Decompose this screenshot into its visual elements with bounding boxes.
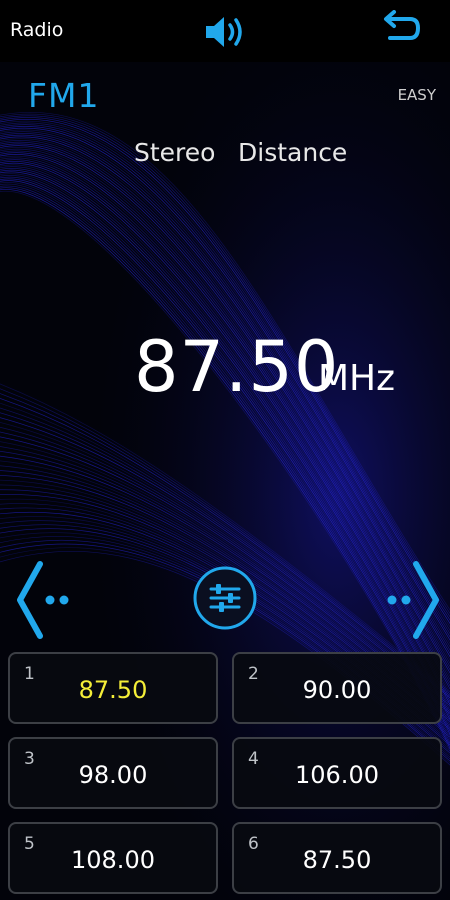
preset-frequency: 87.50 (78, 676, 148, 704)
speaker-volume-icon[interactable] (203, 12, 247, 52)
back-return-icon[interactable] (380, 10, 422, 48)
preset-button-4[interactable]: 4 106.00 (232, 737, 442, 809)
preset-frequency: 87.50 (302, 846, 372, 874)
radio-screen: Radio FM1 EASY Stereo Distance 87.50 MHz (0, 0, 450, 900)
preset-button-5[interactable]: 5 108.00 (8, 822, 218, 894)
frequency-unit: MHz (318, 358, 396, 399)
preset-frequency: 90.00 (302, 676, 372, 704)
preset-button-6[interactable]: 6 87.50 (232, 822, 442, 894)
distance-label: Distance (238, 138, 348, 167)
preset-frequency: 98.00 (78, 761, 148, 789)
equalizer-sliders-icon[interactable] (192, 565, 258, 631)
easy-label[interactable]: EASY (398, 86, 436, 104)
preset-button-3[interactable]: 3 98.00 (8, 737, 218, 809)
chevron-right-icon[interactable] (378, 560, 442, 640)
preset-button-2[interactable]: 2 90.00 (232, 652, 442, 724)
app-title: Radio (10, 19, 64, 41)
band-label[interactable]: FM1 (28, 76, 99, 115)
chevron-left-icon[interactable] (14, 560, 78, 640)
preset-frequency: 108.00 (71, 846, 155, 874)
frequency-display: 87.50 (134, 326, 340, 408)
stereo-label: Stereo (134, 138, 216, 167)
preset-frequency: 106.00 (295, 761, 379, 789)
top-bar: Radio (0, 0, 450, 62)
preset-button-1[interactable]: 1 87.50 (8, 652, 218, 724)
